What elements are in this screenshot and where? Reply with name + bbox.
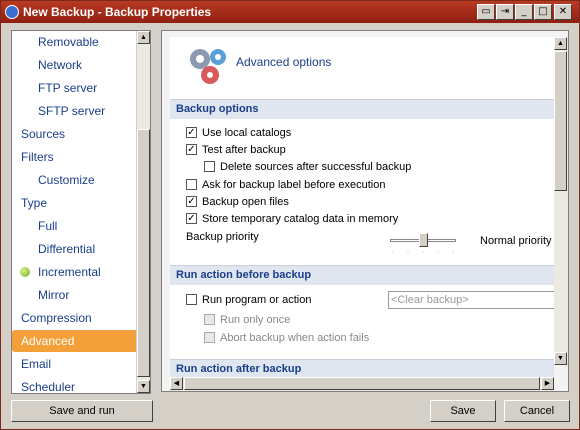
checkbox-label: Run only once <box>220 314 291 326</box>
sidebar-item-ftp-server[interactable]: FTP server <box>12 77 138 99</box>
sidebar-item-label: Network <box>38 58 83 72</box>
section-header-backup-options: Backup options <box>170 99 554 119</box>
content-vscrollbar[interactable]: ▲ ▼ <box>554 37 568 365</box>
checkbox-box[interactable]: ✓ <box>186 213 197 224</box>
sidebar-item-filters[interactable]: Filters <box>12 146 138 168</box>
window-title: New Backup - Backup Properties <box>23 5 212 19</box>
restore-icon[interactable]: ▭ <box>477 4 495 20</box>
scroll-left-icon[interactable]: ◀ <box>170 377 183 390</box>
checkbox-box[interactable]: ✓ <box>186 127 197 138</box>
sidebar-item-label: FTP server <box>38 81 98 95</box>
scroll-up-icon[interactable]: ▲ <box>554 37 567 50</box>
checkbox-box[interactable]: ✓ <box>186 144 197 155</box>
action-field[interactable]: <Clear backup> <box>388 291 554 309</box>
sidebar-item-incremental[interactable]: Incremental <box>12 261 138 283</box>
sidebar-item-mirror[interactable]: Mirror <box>12 284 138 306</box>
sidebar-item-type[interactable]: Type <box>12 192 138 214</box>
sidebar-item-label: Compression <box>21 311 92 325</box>
page-title: Advanced options <box>236 55 332 69</box>
sidebar-item-label: Removable <box>38 35 99 49</box>
sidebar-item-customize[interactable]: Customize <box>12 169 138 191</box>
sidebar-item-label: Scheduler <box>21 380 76 394</box>
sidebar-scroll-thumb[interactable] <box>137 129 150 377</box>
checkbox-box[interactable] <box>204 332 215 343</box>
save-and-run-button[interactable]: Save and run <box>11 400 153 422</box>
checkbox-label: Abort backup when action fails <box>220 332 370 344</box>
content-panel: Advanced options Backup options ✓ Use loc… <box>161 30 569 392</box>
sidebar-item-compression[interactable]: Compression <box>12 307 138 329</box>
sidebar-item-label: SFTP server <box>38 104 106 118</box>
sidebar-item-label: Mirror <box>38 288 70 302</box>
priority-slider[interactable]: ····· <box>390 233 456 255</box>
checkbox-label: Test after backup <box>202 144 286 156</box>
checkbox-label: Use local catalogs <box>202 127 292 139</box>
priority-value: Normal priority <box>480 235 552 247</box>
scroll-up-icon[interactable]: ▲ <box>137 31 150 44</box>
title-bar: New Backup - Backup Properties ▭ ⇥ _ □ ✕ <box>1 1 579 23</box>
checkbox-box[interactable] <box>186 179 197 190</box>
backup-priority-label: Backup priority <box>186 231 259 243</box>
sidebar-item-label: Filters <box>21 150 54 164</box>
checkbox-box[interactable]: ✓ <box>186 196 197 207</box>
green-dot-icon <box>20 267 30 277</box>
sidebar-item-full[interactable]: Full <box>12 215 138 237</box>
scroll-right-icon[interactable]: ▶ <box>541 377 554 390</box>
gears-icon <box>190 49 226 84</box>
sidebar-item-sources[interactable]: Sources <box>12 123 138 145</box>
section-header-run-after: Run action after backup <box>170 359 554 377</box>
options-area: Advanced options Backup options ✓ Use loc… <box>170 37 554 377</box>
checkbox-box[interactable] <box>186 294 197 305</box>
save-button[interactable]: Save <box>430 400 496 422</box>
sidebar-item-differential[interactable]: Differential <box>12 238 138 260</box>
sidebar-item-label: Customize <box>38 173 95 187</box>
slider-thumb[interactable] <box>419 233 428 247</box>
sidebar-item-removable[interactable]: Removable <box>12 31 138 53</box>
sidebar-item-email[interactable]: Email <box>12 353 138 375</box>
scroll-down-icon[interactable]: ▼ <box>137 380 150 393</box>
checkbox-label: Backup open files <box>202 196 289 208</box>
sidebar: Removable Network FTP server SFTP server… <box>11 30 151 394</box>
sidebar-item-network[interactable]: Network <box>12 54 138 76</box>
sidebar-item-label: Advanced <box>21 334 75 348</box>
content-hscroll-thumb[interactable] <box>184 377 540 390</box>
sidebar-item-label: Email <box>21 357 52 371</box>
content-hscrollbar[interactable]: ◀ ▶ <box>170 377 554 391</box>
checkbox-box[interactable] <box>204 161 215 172</box>
sidebar-item-label: Differential <box>38 242 96 256</box>
close-button[interactable]: ✕ <box>554 4 572 20</box>
checkbox-label: Delete sources after successful backup <box>220 161 412 173</box>
pin-icon[interactable]: ⇥ <box>496 4 514 20</box>
minimize-button[interactable]: _ <box>515 4 533 20</box>
content-vscroll-thumb[interactable] <box>554 51 567 191</box>
sidebar-item-label: Full <box>38 219 58 233</box>
section-header-run-before: Run action before backup <box>170 265 554 285</box>
sidebar-item-scheduler[interactable]: Scheduler <box>12 376 138 398</box>
sidebar-item-advanced[interactable]: Advanced <box>12 330 138 352</box>
scroll-down-icon[interactable]: ▼ <box>554 352 567 365</box>
checkbox-label: Ask for backup label before execution <box>202 179 386 191</box>
backup-properties-window: New Backup - Backup Properties ▭ ⇥ _ □ ✕… <box>0 0 580 430</box>
cancel-button[interactable]: Cancel <box>504 400 570 422</box>
checkbox-label: Run program or action <box>202 294 312 306</box>
sidebar-scrollbar[interactable]: ▲ ▼ <box>136 31 150 393</box>
sidebar-item-label: Type <box>21 196 48 210</box>
app-icon <box>5 5 19 19</box>
sidebar-item-label: Sources <box>21 127 66 141</box>
sidebar-item-sftp-server[interactable]: SFTP server <box>12 100 138 122</box>
checkbox-box[interactable] <box>204 314 215 325</box>
slider-ticks: ····· <box>392 249 467 255</box>
checkbox-label: Store temporary catalog data in memory <box>202 213 399 225</box>
sidebar-item-label: Incremental <box>38 265 101 279</box>
maximize-button[interactable]: □ <box>534 4 552 20</box>
